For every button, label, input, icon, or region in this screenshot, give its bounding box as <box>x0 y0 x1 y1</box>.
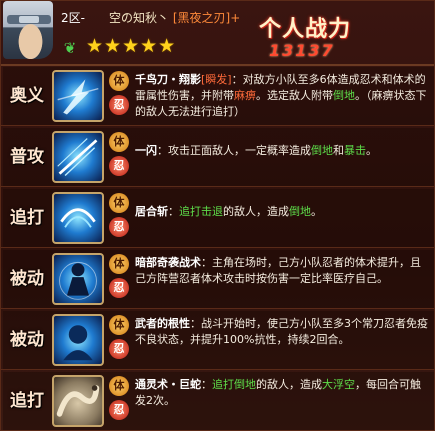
leaf-clan-icon: ❦ <box>63 39 77 57</box>
skill-text: 。 <box>366 144 377 157</box>
skill-tag-instant: [瞬发] <box>201 73 232 86</box>
ninja-tag-icon: 忍 <box>109 400 129 420</box>
skill-effect-highlight: 麻痹 <box>234 89 256 102</box>
skill-tags: 体 忍 <box>109 132 131 184</box>
skill-row-summon: 追打 体 忍 通灵术・巨蛇：追打倒地的敌人，造成大浮空，每回合可触发2次。 <box>1 371 434 430</box>
power-label: 个人战力 <box>259 17 352 42</box>
skill-effect-highlight: 大浮空 <box>322 378 355 391</box>
skill-name: 通灵术・巨蛇 <box>135 378 201 391</box>
skill-effect-highlight: 暴击 <box>344 144 366 157</box>
skill-text: ： <box>168 205 179 218</box>
skill-effect-highlight: 追打击退 <box>179 205 223 218</box>
star-rating: ★★★★★ <box>86 35 177 57</box>
blue-head-icon[interactable] <box>52 314 104 366</box>
skill-category: 追打 <box>10 208 44 228</box>
giant-snake-icon[interactable] <box>52 375 104 427</box>
ninja-tag-icon: 忍 <box>109 339 129 359</box>
skill-row-passive-1: 被动 体 忍 暗部奇袭战术：主角在场时，己方小队忍者的体术提升，且己方阵营忍者体… <box>1 249 434 309</box>
slash-icon[interactable] <box>52 131 104 183</box>
skill-row-follow-up: 追打 体 忍 居合斩：追打击退的敌人，造成倒地。 <box>1 188 434 248</box>
skill-description: 武者的根性：战斗开始时，使己方小队至多3个常刀忍者免疫不良状态，并提升100%抗… <box>135 316 431 368</box>
skill-effect-highlight: 倒地 <box>289 205 311 218</box>
skill-category: 普攻 <box>10 147 44 167</box>
player-title: [黑夜之刃]+ <box>172 11 241 25</box>
skill-text: 的敌人，造成 <box>223 205 289 218</box>
ninja-tag-icon: 忍 <box>109 95 129 115</box>
power-value: 13137 <box>269 41 335 60</box>
skill-text: 的敌人，造成 <box>256 378 322 391</box>
skill-name: 暗部奇袭战术 <box>135 256 201 269</box>
body-tag-icon: 体 <box>109 193 129 213</box>
skill-name: 一闪 <box>135 144 157 157</box>
skill-tags: 体 忍 <box>109 71 131 123</box>
skill-category: 追打 <box>10 391 44 411</box>
ninja-tag-icon: 忍 <box>109 278 129 298</box>
skill-text: ： <box>201 378 212 391</box>
skill-tags: 体 忍 <box>109 376 131 428</box>
body-tag-icon: 体 <box>109 315 129 335</box>
iai-slash-icon[interactable] <box>52 192 104 244</box>
ninja-tag-icon: 忍 <box>109 156 129 176</box>
player-name-text: 空の知秋丶 <box>109 11 170 25</box>
skill-text: 。选定敌人附带 <box>256 89 333 102</box>
hero-avatar[interactable] <box>3 1 53 59</box>
hero-skill-panel: 2区- 空の知秋丶 [黑夜之刃]+ ❦ ★★★★★ 个人战力 13137 奥义 … <box>0 0 435 431</box>
skill-name: 居合斩 <box>135 205 168 218</box>
skill-text: 和 <box>333 144 344 157</box>
body-tag-icon: 体 <box>109 132 129 152</box>
body-tag-icon: 体 <box>109 71 129 91</box>
shadow-figure-icon[interactable] <box>52 253 104 305</box>
skill-tags: 体 忍 <box>109 193 131 245</box>
hero-header: 2区- 空の知秋丶 [黑夜之刃]+ ❦ ★★★★★ 个人战力 13137 <box>1 1 434 65</box>
skill-tags: 体 忍 <box>109 315 131 367</box>
skill-name: 武者的根性 <box>135 317 190 330</box>
skill-name: 千鸟刀・翔影 <box>135 73 201 86</box>
skill-row-passive-2: 被动 体 忍 武者的根性：战斗开始时，使己方小队至多3个常刀忍者免疫不良状态，并… <box>1 310 434 370</box>
ninja-tag-icon: 忍 <box>109 217 129 237</box>
skill-effect-highlight: 倒地 <box>333 89 355 102</box>
skill-row-normal-attack: 普攻 体 忍 一闪：攻击正面敌人，一定概率造成倒地和暴击。 <box>1 127 434 187</box>
skill-category: 被动 <box>10 330 44 350</box>
skill-text: 。 <box>311 205 322 218</box>
skill-description: 通灵术・巨蛇：追打倒地的敌人，造成大浮空，每回合可触发2次。 <box>135 377 431 429</box>
skill-category: 奥义 <box>10 86 44 106</box>
body-tag-icon: 体 <box>109 376 129 396</box>
skill-effect-highlight: 追打倒地 <box>212 378 256 391</box>
player-name: 空の知秋丶 [黑夜之刃]+ <box>109 9 240 26</box>
chidori-lightning-icon[interactable] <box>52 70 104 122</box>
body-tag-icon: 体 <box>109 254 129 274</box>
skill-text: ：攻击正面敌人，一定概率造成 <box>157 144 311 157</box>
skill-tags: 体 忍 <box>109 254 131 306</box>
skill-effect-highlight: 倒地 <box>311 144 333 157</box>
skill-category: 被动 <box>10 269 44 289</box>
skill-row-ougi: 奥义 体 忍 千鸟刀・翔影[瞬发]：对敌方小队至多6体造成忍术和体术的雷属性伤害… <box>1 66 434 126</box>
server-label: 2区- <box>61 11 85 25</box>
skill-description: 暗部奇袭战术：主角在场时，己方小队忍者的体术提升，且己方阵营忍者体术攻击时按伤害… <box>135 255 431 307</box>
skill-description: 千鸟刀・翔影[瞬发]：对敌方小队至多6体造成忍术和体术的雷属性伤害，并附带麻痹。… <box>135 72 431 124</box>
